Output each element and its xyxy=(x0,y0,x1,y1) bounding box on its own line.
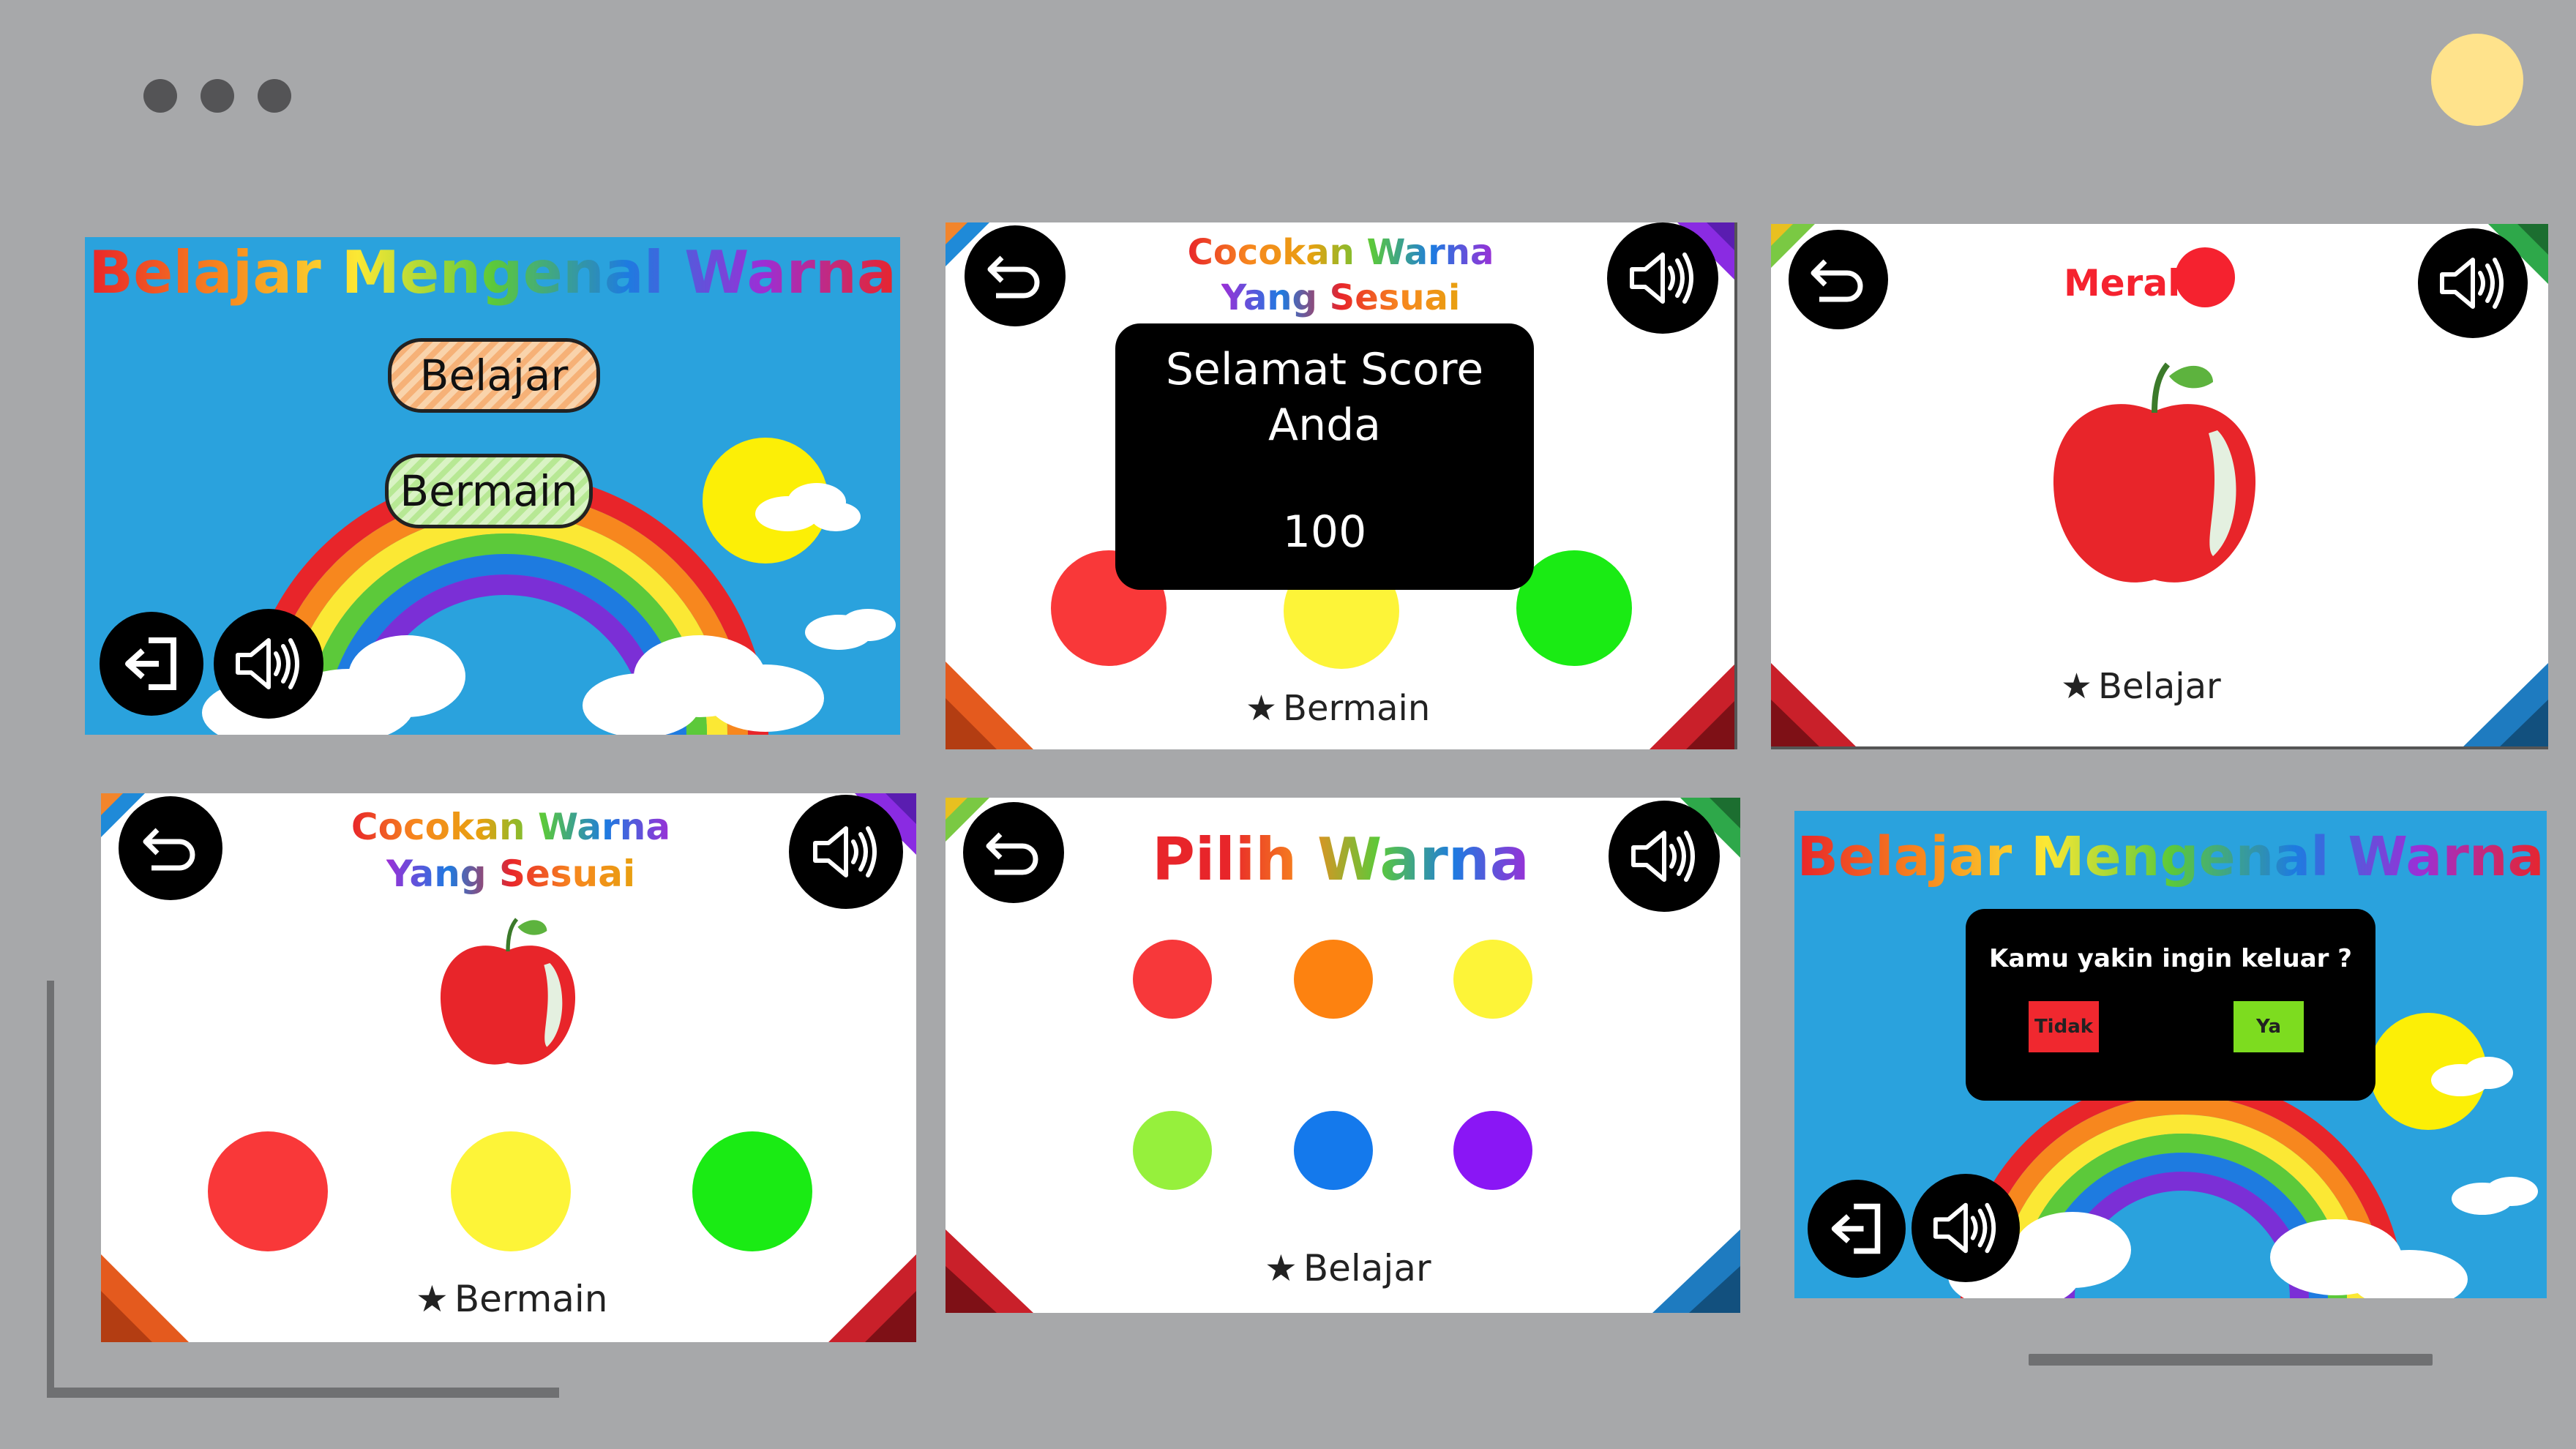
star-icon: ★ xyxy=(1265,1247,1298,1289)
back-button[interactable] xyxy=(1789,230,1888,329)
color-red-button[interactable] xyxy=(1133,940,1212,1019)
confirm-button-label: Ya xyxy=(2256,1016,2281,1038)
sound-button[interactable] xyxy=(789,795,903,909)
apple-icon xyxy=(440,918,576,1065)
mode-label-text: Bermain xyxy=(454,1278,608,1320)
speaker-icon xyxy=(1933,1202,1996,1254)
cancel-button-label: Tidak xyxy=(2034,1016,2094,1038)
speaker-icon xyxy=(1631,831,1695,882)
back-button[interactable] xyxy=(963,802,1064,903)
star-icon: ★ xyxy=(416,1278,449,1320)
sound-button[interactable] xyxy=(1609,801,1720,912)
score-dialog-line2: Anda xyxy=(1268,400,1381,451)
back-arrow-icon xyxy=(143,828,195,871)
color-name-label: Merah xyxy=(2064,262,2194,304)
main-menu-screen: Belajar Mengenal Warna Belajar Bermain xyxy=(85,237,900,735)
learn-button-label: Belajar xyxy=(419,351,569,400)
mode-label: ★ Belajar xyxy=(1265,1247,1431,1289)
match-title: Cocokan Warna Yang Sesuai xyxy=(291,804,730,897)
speaker-icon xyxy=(813,826,877,877)
window-dot-2[interactable] xyxy=(201,79,234,113)
play-button-label: Bermain xyxy=(400,466,578,516)
back-arrow-icon xyxy=(986,832,1038,875)
speaker-icon xyxy=(236,638,299,689)
exit-button[interactable] xyxy=(1808,1180,1906,1278)
color-purple-button[interactable] xyxy=(1453,1111,1532,1190)
menu-title: Belajar Mengenal Warna xyxy=(85,239,900,307)
color-option-green[interactable] xyxy=(692,1131,812,1251)
exit-button[interactable] xyxy=(100,612,203,716)
star-icon: ★ xyxy=(2061,666,2093,707)
learn-button[interactable]: Belajar xyxy=(388,338,600,413)
menu-title-text: Belajar Mengenal Warna xyxy=(89,239,896,307)
exit-question: Kamu yakin ingin keluar ? xyxy=(1989,944,2352,973)
mode-label: ★ Bermain xyxy=(1246,688,1430,729)
score-dialog: Selamat Score Anda 100 xyxy=(1115,323,1534,590)
cancel-button[interactable]: Tidak xyxy=(2029,1001,2099,1052)
mode-label-text: Belajar xyxy=(2098,666,2221,707)
score-value: 100 xyxy=(1282,506,1367,558)
match-title-line1: Cocokan Warna xyxy=(1188,230,1494,275)
exit-confirm-screen: Belajar Mengenal Warna Kamu yakin ingin … xyxy=(1794,811,2547,1298)
confirm-button[interactable]: Ya xyxy=(2234,1001,2304,1052)
exit-title: Belajar Mengenal Warna xyxy=(1794,825,2547,888)
back-arrow-icon xyxy=(1811,259,1863,302)
mode-label: ★ Belajar xyxy=(2061,666,2221,707)
match-title-line1: Cocokan Warna xyxy=(351,804,670,850)
match-title-line2: Yang Sesuai xyxy=(1221,275,1461,321)
exit-title-text: Belajar Mengenal Warna xyxy=(1797,825,2545,888)
sound-button[interactable] xyxy=(214,609,323,719)
sound-button[interactable] xyxy=(1607,222,1718,334)
match-title-line2: Yang Sesuai xyxy=(386,850,635,897)
score-dialog-line1: Selamat Score xyxy=(1165,344,1484,395)
color-option-yellow[interactable] xyxy=(451,1131,571,1251)
color-option-red[interactable] xyxy=(208,1131,328,1251)
back-button[interactable] xyxy=(965,225,1066,326)
match-color-screen: Cocokan Warna Yang Sesuai ★ Bermain xyxy=(101,793,916,1342)
sound-button[interactable] xyxy=(2418,228,2528,338)
learn-color-screen: Merah ★ Belajar xyxy=(1771,224,2548,749)
exit-icon xyxy=(1831,1203,1881,1254)
back-arrow-icon xyxy=(987,255,1040,299)
match-title: Cocokan Warna Yang Sesuai xyxy=(1121,230,1560,321)
pick-color-screen: Pilih Warna ★ Belajar xyxy=(946,798,1740,1313)
mode-label-text: Belajar xyxy=(1303,1247,1431,1289)
decorative-shadow-line xyxy=(47,981,54,1390)
mode-label: ★ Bermain xyxy=(416,1278,608,1320)
mode-label-text: Bermain xyxy=(1283,688,1431,729)
exit-icon xyxy=(125,637,176,690)
decorative-shadow-line xyxy=(47,1388,559,1398)
pick-title-text: Pilih Warna xyxy=(1152,825,1530,894)
pick-title: Pilih Warna xyxy=(1121,825,1560,894)
star-icon: ★ xyxy=(1246,688,1278,729)
window-controls xyxy=(143,79,291,113)
color-swatch-red xyxy=(2175,247,2235,307)
score-screen: Cocokan Warna Yang Sesuai Selamat Score … xyxy=(946,222,1737,749)
scroll-indicator xyxy=(2029,1354,2433,1366)
color-blue-button[interactable] xyxy=(1294,1111,1373,1190)
window-dot-3[interactable] xyxy=(258,79,291,113)
sound-button[interactable] xyxy=(1912,1174,2020,1282)
speaker-icon xyxy=(2440,258,2504,309)
back-button[interactable] xyxy=(119,796,222,900)
speaker-icon xyxy=(1630,252,1693,304)
play-button[interactable]: Bermain xyxy=(385,454,593,528)
apple-icon[interactable] xyxy=(2045,360,2264,602)
window-dot-1[interactable] xyxy=(143,79,177,113)
color-green-button[interactable] xyxy=(1133,1111,1212,1190)
exit-confirm-dialog: Kamu yakin ingin keluar ? Tidak Ya xyxy=(1966,909,2375,1101)
accent-circle xyxy=(2431,34,2523,126)
color-yellow-button[interactable] xyxy=(1453,940,1532,1019)
color-orange-button[interactable] xyxy=(1294,940,1373,1019)
